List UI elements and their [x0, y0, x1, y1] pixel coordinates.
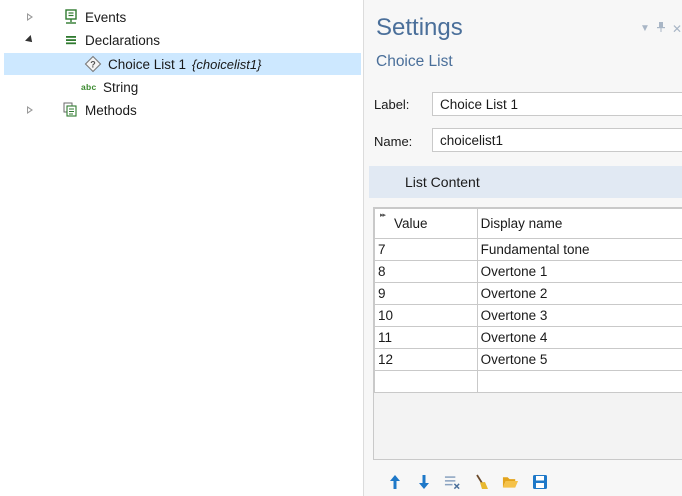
name-caption: Name: [374, 134, 413, 149]
tree-item-declarations[interactable]: Declarations [0, 29, 360, 51]
choice-list-icon: ? [84, 55, 102, 73]
model-tree: Events Declarations ? Choice List 1 {choi… [0, 0, 363, 496]
table-row-empty[interactable] [374, 370, 682, 393]
save-to-file-icon[interactable] [531, 473, 548, 490]
name-field[interactable] [432, 128, 682, 152]
panel-subtitle: Choice List [376, 53, 453, 70]
cell-value[interactable] [374, 370, 478, 393]
tree-item-label: Methods [85, 102, 137, 118]
string-icon: abc [81, 82, 97, 92]
table-row[interactable]: 9 Overtone 2 [374, 282, 682, 305]
section-title: List Content [405, 174, 480, 190]
tree-item-string[interactable]: abc String [0, 76, 360, 98]
cell-value[interactable]: 12 [374, 348, 478, 371]
tree-item-methods[interactable]: Methods [0, 99, 360, 121]
column-header-display-name[interactable]: Display name [476, 208, 682, 239]
events-icon [63, 8, 79, 26]
table-row[interactable]: 8 Overtone 1 [374, 260, 682, 283]
tree-item-tag: {choicelist1} [192, 56, 262, 72]
list-content-table: ▸▸ Value Display name 7 Fundamental tone… [373, 207, 682, 460]
collapse-arrow-icon[interactable] [25, 35, 35, 45]
panel-title: Settings [376, 14, 463, 41]
move-down-icon[interactable] [415, 473, 432, 490]
cell-value[interactable]: 8 [374, 260, 478, 283]
label-field[interactable] [432, 92, 682, 116]
cell-value[interactable]: 11 [374, 326, 478, 349]
table-row[interactable]: 11 Overtone 4 [374, 326, 682, 349]
section-header-list-content[interactable]: List Content [369, 166, 682, 198]
cell-display-name[interactable]: Overtone 3 [476, 304, 682, 327]
tree-item-label: Choice List 1 [108, 56, 187, 72]
cell-display-name[interactable]: Fundamental tone [476, 238, 682, 261]
expand-arrow-icon[interactable] [25, 12, 35, 22]
label-caption: Label: [374, 97, 410, 112]
cell-value[interactable]: 10 [374, 304, 478, 327]
tree-item-label: Declarations [85, 32, 161, 48]
dropdown-menu-icon[interactable]: ▼ [640, 23, 650, 34]
cell-value[interactable]: 7 [374, 238, 478, 261]
declarations-icon [63, 32, 79, 48]
tree-item-label: String [103, 79, 139, 95]
move-up-icon[interactable] [386, 473, 403, 490]
tree-item-label: Events [85, 9, 127, 25]
sort-arrows-icon[interactable]: ▸▸ [380, 211, 386, 219]
cell-display-name[interactable]: Overtone 1 [476, 260, 682, 283]
delete-rows-icon[interactable] [444, 473, 461, 490]
close-icon[interactable]: ✕ [672, 23, 682, 35]
settings-panel: Settings ▼ ✕ Choice List Label: Name: Li… [363, 0, 682, 496]
table-toolbar [386, 473, 548, 490]
methods-icon [62, 101, 80, 119]
cell-display-name[interactable]: Overtone 5 [476, 348, 682, 371]
load-from-file-icon[interactable] [502, 473, 519, 490]
cell-display-name[interactable] [476, 370, 682, 393]
clear-table-icon[interactable] [473, 473, 490, 490]
pin-icon[interactable] [656, 22, 665, 35]
table-row[interactable]: 10 Overtone 3 [374, 304, 682, 327]
tree-item-choice-list-1[interactable]: ? Choice List 1 {choicelist1} [4, 53, 361, 75]
table-row[interactable]: 12 Overtone 5 [374, 348, 682, 371]
cell-value[interactable]: 9 [374, 282, 478, 305]
cell-display-name[interactable]: Overtone 2 [476, 282, 682, 305]
expand-arrow-icon[interactable] [25, 105, 35, 115]
svg-text:?: ? [90, 60, 96, 70]
cell-display-name[interactable]: Overtone 4 [476, 326, 682, 349]
table-row[interactable]: 7 Fundamental tone [374, 238, 682, 261]
column-header-value[interactable]: ▸▸ Value [374, 208, 478, 239]
tree-item-events[interactable]: Events [0, 6, 360, 28]
